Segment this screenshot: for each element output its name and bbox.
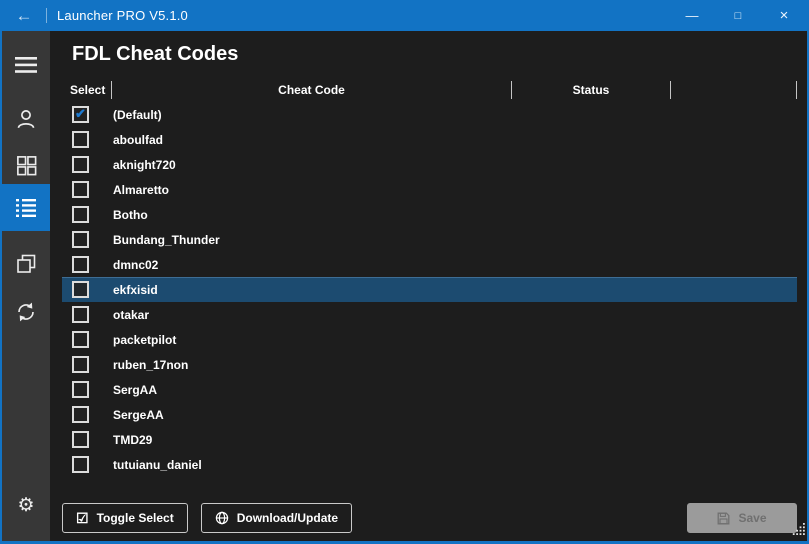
hamburger-icon xyxy=(14,55,38,75)
back-button[interactable]: ← xyxy=(2,0,46,31)
row-checkbox[interactable] xyxy=(72,231,89,248)
download-update-label: Download/Update xyxy=(237,511,338,525)
cheat-code-name: ekfxisid xyxy=(113,283,158,297)
gear-icon: ⚙ xyxy=(17,496,34,515)
table-row[interactable]: aboulfad xyxy=(62,127,797,152)
row-checkbox[interactable] xyxy=(72,156,89,173)
table-row[interactable]: Botho xyxy=(62,202,797,227)
window-title: Launcher PRO V5.1.0 xyxy=(57,8,188,23)
close-icon: × xyxy=(780,7,789,24)
table-row[interactable]: packetpilot xyxy=(62,327,797,352)
layers-icon xyxy=(14,252,38,276)
row-checkbox[interactable] xyxy=(72,281,89,298)
row-checkbox[interactable]: ✔ xyxy=(72,106,89,123)
row-checkbox[interactable] xyxy=(72,331,89,348)
table-row[interactable]: SergAA xyxy=(62,377,797,402)
row-checkbox[interactable] xyxy=(72,131,89,148)
grid-icon xyxy=(15,154,38,177)
row-checkbox[interactable] xyxy=(72,431,89,448)
save-button[interactable]: Save xyxy=(687,503,797,533)
table-row[interactable]: otakar xyxy=(62,302,797,327)
person-icon xyxy=(14,107,38,131)
cheat-code-name: ruben_17non xyxy=(113,358,188,372)
sidebar-item-menu[interactable] xyxy=(2,41,50,88)
column-header-extra xyxy=(671,81,797,99)
table-row[interactable]: tutuianu_daniel xyxy=(62,452,797,477)
toggle-select-label: Toggle Select xyxy=(97,511,174,525)
footer-toolbar: ☑ Toggle Select Download/Update xyxy=(62,503,797,533)
sidebar-item-collections[interactable] xyxy=(2,240,50,287)
table-row[interactable]: Almaretto xyxy=(62,177,797,202)
table-row[interactable]: Bundang_Thunder xyxy=(62,227,797,252)
maximize-icon: □ xyxy=(735,10,742,22)
sidebar-item-refresh[interactable] xyxy=(2,288,50,335)
sidebar-item-apps[interactable] xyxy=(2,142,50,189)
row-checkbox[interactable] xyxy=(72,381,89,398)
column-header-cheat-code: Cheat Code xyxy=(112,81,512,99)
save-label: Save xyxy=(738,511,766,525)
cheat-code-name: aknight720 xyxy=(113,158,176,172)
column-header-status: Status xyxy=(512,81,671,99)
cheat-code-name: SergeAA xyxy=(113,408,164,422)
cheat-code-name: otakar xyxy=(113,308,149,322)
table-body: ✔ (Default) aboulfad aknight720 Almaretto Bot… xyxy=(62,102,797,477)
table-row[interactable]: ruben_17non xyxy=(62,352,797,377)
cheat-code-name: dmnc02 xyxy=(113,258,158,272)
cheat-code-name: Almaretto xyxy=(113,183,169,197)
table-row[interactable]: SergeAA xyxy=(62,402,797,427)
row-checkbox[interactable] xyxy=(72,181,89,198)
column-header-select: Select xyxy=(62,81,112,99)
table-row[interactable]: TMD29 xyxy=(62,427,797,452)
title-bar: ← Launcher PRO V5.1.0 — □ × xyxy=(2,0,807,31)
download-update-button[interactable]: Download/Update xyxy=(201,503,352,533)
sidebar-item-settings[interactable]: ⚙ xyxy=(2,482,50,529)
table-row[interactable]: ✔ (Default) xyxy=(62,102,797,127)
table-header: Select Cheat Code Status xyxy=(62,80,797,100)
cheat-code-name: (Default) xyxy=(113,108,162,122)
checkbox-checked-icon: ☑ xyxy=(76,511,89,525)
sidebar-item-cheat-codes[interactable] xyxy=(2,184,50,231)
back-arrow-icon: ← xyxy=(16,6,33,26)
cheat-code-name: Botho xyxy=(113,208,148,222)
row-checkbox[interactable] xyxy=(72,206,89,223)
list-details-icon xyxy=(14,197,38,219)
cheat-code-name: tutuianu_daniel xyxy=(113,458,202,472)
app-window: ← Launcher PRO V5.1.0 — □ × xyxy=(0,0,809,544)
checkmark-icon: ✔ xyxy=(75,107,86,120)
cheat-code-name: packetpilot xyxy=(113,333,176,347)
table-row[interactable]: dmnc02 xyxy=(62,252,797,277)
close-button[interactable]: × xyxy=(761,0,807,31)
cheat-code-name: TMD29 xyxy=(113,433,152,447)
minimize-button[interactable]: — xyxy=(669,0,715,31)
sidebar-item-profile[interactable] xyxy=(2,95,50,142)
minimize-icon: — xyxy=(686,8,699,23)
row-checkbox[interactable] xyxy=(72,256,89,273)
refresh-icon xyxy=(14,300,38,324)
cheat-code-name: aboulfad xyxy=(113,133,163,147)
cheat-code-name: Bundang_Thunder xyxy=(113,233,220,247)
row-checkbox[interactable] xyxy=(72,456,89,473)
cheat-codes-table: Select Cheat Code Status ✔ (Default) aboul… xyxy=(62,80,797,477)
row-checkbox[interactable] xyxy=(72,306,89,323)
row-checkbox[interactable] xyxy=(72,406,89,423)
page-title: FDL Cheat Codes xyxy=(72,43,238,66)
main-content: FDL Cheat Codes Select Cheat Code Status… xyxy=(50,31,807,541)
table-row[interactable]: aknight720 xyxy=(62,152,797,177)
toggle-select-button[interactable]: ☑ Toggle Select xyxy=(62,503,188,533)
cheat-code-name: SergAA xyxy=(113,383,157,397)
sidebar: ⚙ xyxy=(2,31,50,541)
maximize-button[interactable]: □ xyxy=(715,0,761,31)
row-checkbox[interactable] xyxy=(72,356,89,373)
floppy-disk-icon xyxy=(717,512,730,525)
globe-icon xyxy=(215,511,229,525)
resize-grip-icon[interactable] xyxy=(792,522,806,541)
table-row[interactable]: ekfxisid xyxy=(62,277,797,302)
titlebar-divider xyxy=(46,8,47,23)
